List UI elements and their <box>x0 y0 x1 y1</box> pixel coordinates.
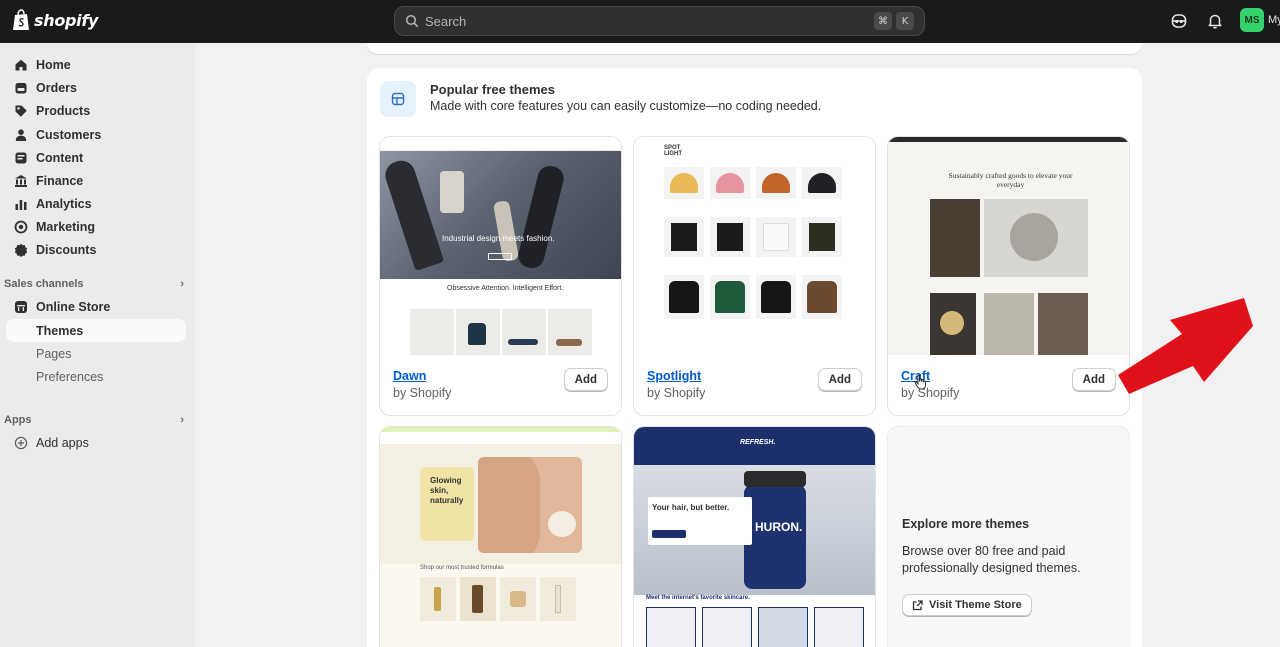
theme-card-sense: Glowing skin, naturally Shop our most tr… <box>380 427 621 647</box>
sidebar-item-label: Finance <box>36 173 84 188</box>
refresh-preview-image[interactable]: REFRESH. Your hair, but better. HURON. M… <box>634 427 875 647</box>
bank-icon <box>15 174 27 187</box>
sidebar-item-label: Discounts <box>36 242 97 257</box>
hand-cursor-icon <box>914 374 926 390</box>
popular-themes-card: Popular free themes Made with core featu… <box>367 68 1142 647</box>
theme-card-refresh: REFRESH. Your hair, but better. HURON. M… <box>634 427 875 647</box>
dawn-hero-text: Industrial design meets fashion. <box>442 234 555 243</box>
theme-author: by Shopify <box>647 386 706 400</box>
content-icon <box>15 152 27 163</box>
add-craft-button[interactable]: Add <box>1071 368 1116 391</box>
theme-name-spotlight[interactable]: Spotlight <box>647 369 701 383</box>
sales-channels-label: Sales channels <box>4 278 84 290</box>
search-input[interactable] <box>425 13 870 29</box>
craft-headline: Sustainably crafted goods to elevate you… <box>948 171 1073 189</box>
external-link-icon <box>912 599 923 610</box>
explore-title: Explore more themes <box>902 517 1030 531</box>
visit-theme-store-label: Visit Theme Store <box>929 599 1022 611</box>
sidebar-item-content[interactable]: Content <box>6 146 186 169</box>
sidebar-item-marketing[interactable]: Marketing <box>6 215 186 238</box>
chevron-right-icon: › <box>180 414 184 426</box>
sense-hero-text: Glowing skin, naturally <box>430 476 464 505</box>
sense-preview-image[interactable]: Glowing skin, naturally Shop our most tr… <box>380 427 621 647</box>
theme-card-dawn: Industrial design meets fashion. Obsessi… <box>380 137 621 415</box>
sidebar-item-label: Customers <box>36 127 102 142</box>
refresh-shop-text: Meet the internet's favorite skincare. <box>646 595 750 601</box>
explore-more-themes-card: Explore more themes Browse over 80 free … <box>888 427 1129 647</box>
tag-icon <box>15 105 27 117</box>
sidebar-item-label: Orders <box>36 80 77 95</box>
sidebar-item-discounts[interactable]: Discounts <box>6 238 186 261</box>
theme-card-craft: Sustainably crafted goods to elevate you… <box>888 137 1129 415</box>
sidebar-item-pages[interactable]: Pages <box>6 342 186 365</box>
orders-icon <box>15 82 27 93</box>
explore-description: Browse over 80 free and paid professiona… <box>902 544 1081 575</box>
shortcut-cmd-key: ⌘ <box>874 12 892 30</box>
sense-shop-text: Shop our most trusted formulas <box>420 565 504 571</box>
preview-nav <box>380 137 621 151</box>
bar-chart-icon <box>15 199 27 210</box>
sales-channels-header[interactable]: Sales channels › <box>4 278 184 290</box>
dawn-tagline: Obsessive Attention. Intelligent Effort. <box>447 285 564 292</box>
chevron-right-icon: › <box>180 278 184 290</box>
sidebar-item-customers[interactable]: Customers <box>6 123 186 146</box>
sidebar: Home Orders Products Customers Content F… <box>0 43 195 647</box>
sidebar-item-label: Analytics <box>36 196 92 211</box>
sidebar-item-label: Online Store <box>36 299 111 314</box>
top-bar: shopify ⌘ K MS My <box>0 0 1280 43</box>
sidebar-item-orders[interactable]: Orders <box>6 76 186 99</box>
sidebar-item-label: Products <box>36 103 91 118</box>
add-dawn-button[interactable]: Add <box>563 368 608 391</box>
spotlight-preview-image[interactable]: SPOT LIGHT <box>634 137 875 355</box>
apps-header[interactable]: Apps › <box>4 414 184 426</box>
sidebar-item-preferences[interactable]: Preferences <box>6 365 186 388</box>
target-icon <box>14 220 28 233</box>
visit-theme-store-button[interactable]: Visit Theme Store <box>902 594 1032 616</box>
sidebar-item-analytics[interactable]: Analytics <box>6 192 186 215</box>
previous-card <box>367 43 1142 54</box>
home-icon <box>15 59 27 70</box>
red-arrow-annotation <box>1118 298 1253 394</box>
sidebar-item-label: Marketing <box>36 219 96 234</box>
discount-icon <box>14 243 28 257</box>
shortcut-k-key: K <box>896 12 914 30</box>
spotlight-logo: SPOT LIGHT <box>664 145 682 157</box>
theme-name-dawn[interactable]: Dawn <box>393 369 426 383</box>
craft-preview-image[interactable]: Sustainably crafted goods to elevate you… <box>888 137 1129 355</box>
theme-icon <box>380 81 416 117</box>
sidebar-item-add-apps[interactable]: Add apps <box>6 431 186 454</box>
dawn-preview-image[interactable]: Industrial design meets fashion. Obsessi… <box>380 137 621 355</box>
store-name[interactable]: My <box>1268 14 1280 26</box>
sidebar-item-themes[interactable]: Themes <box>6 319 186 342</box>
refresh-product-label: HURON. <box>755 520 803 534</box>
avatar[interactable]: MS <box>1240 8 1264 32</box>
shopify-bag-icon <box>13 9 29 30</box>
shopify-logo[interactable]: shopify <box>12 9 98 31</box>
dawn-hero-button <box>488 253 512 260</box>
section-title: Popular free themes <box>430 82 555 97</box>
sidebar-item-label: Home <box>36 57 71 72</box>
sidebar-item-products[interactable]: Products <box>6 99 186 122</box>
sidebar-item-label: Content <box>36 150 84 165</box>
theme-author: by Shopify <box>901 386 960 400</box>
section-subtitle: Made with core features you can easily c… <box>430 99 822 113</box>
plus-circle-icon <box>14 436 28 449</box>
search-bar[interactable]: ⌘ K <box>394 6 925 36</box>
theme-author: by Shopify <box>393 386 452 400</box>
add-spotlight-button[interactable]: Add <box>817 368 862 391</box>
sidebar-item-label: Add apps <box>36 435 89 450</box>
brand-name: shopify <box>34 10 99 30</box>
refresh-hero-text: Your hair, but better. <box>652 503 730 512</box>
theme-card-spotlight: SPOT LIGHT Spotlight by Shopify Add <box>634 137 875 415</box>
help-icon[interactable] <box>1170 12 1188 30</box>
sidebar-item-finance[interactable]: Finance <box>6 169 186 192</box>
person-icon <box>15 128 27 141</box>
bell-icon[interactable] <box>1206 12 1224 30</box>
search-icon <box>405 14 419 28</box>
sidebar-item-online-store[interactable]: Online Store <box>6 295 186 318</box>
apps-label: Apps <box>4 414 32 426</box>
refresh-logo: REFRESH. <box>740 439 776 446</box>
store-icon <box>15 300 27 313</box>
sidebar-item-home[interactable]: Home <box>6 53 186 76</box>
